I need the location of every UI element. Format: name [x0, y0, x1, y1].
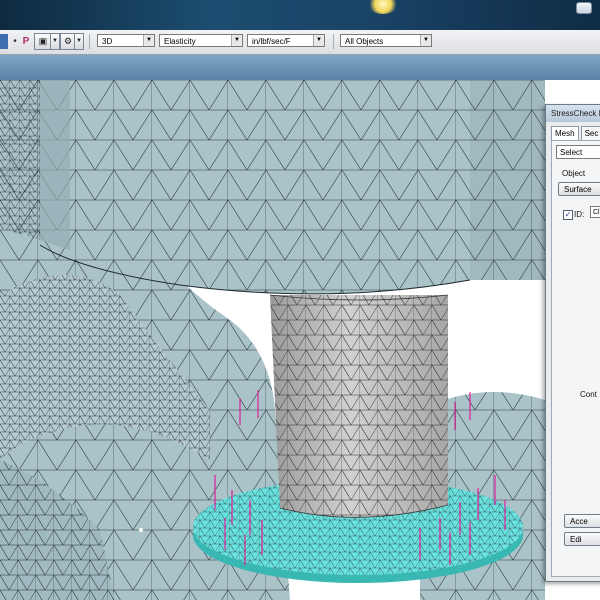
chevron-down-icon[interactable]: ▼: [50, 33, 60, 50]
units-dropdown[interactable]: in/lbf/sec/F ▼: [247, 34, 325, 47]
analysis-type-dropdown[interactable]: Elasticity ▼: [159, 34, 243, 47]
chevron-down-icon: ▼: [313, 35, 324, 46]
toolbar-divider: [89, 34, 90, 49]
model-viewport[interactable]: [0, 80, 600, 600]
dialog-tabs: Mesh Sec: [551, 126, 600, 140]
select-dropdown[interactable]: Select: [556, 145, 600, 159]
accept-button[interactable]: Acce: [564, 514, 600, 528]
viewport-header-strip: [0, 55, 600, 80]
chevron-down-icon: ▼: [231, 35, 242, 46]
id-checkbox[interactable]: ✓: [563, 210, 573, 220]
surface-button[interactable]: Surface: [558, 182, 600, 196]
window-control-icon[interactable]: [576, 2, 592, 14]
objects-filter-dropdown[interactable]: All Objects ▼: [340, 34, 432, 47]
analysis-type-value: Elasticity: [164, 37, 196, 46]
dot-icon[interactable]: •: [10, 34, 20, 49]
p-icon[interactable]: P: [21, 34, 31, 49]
object-label: Object: [562, 169, 586, 178]
units-value: in/lbf/sec/F: [252, 37, 291, 46]
tab-mesh[interactable]: Mesh: [551, 126, 579, 140]
id-input[interactable]: Cl: [590, 206, 600, 218]
view-mode-dropdown[interactable]: 3D ▼: [97, 34, 155, 47]
chevron-down-icon: ▼: [143, 35, 154, 46]
tab-sec[interactable]: Sec: [580, 126, 600, 140]
mesh-render: [0, 80, 545, 600]
id-label: ID:: [574, 210, 585, 219]
edit-button[interactable]: Edi: [564, 532, 600, 546]
contour-label: Cont: [580, 390, 597, 399]
chevron-down-icon[interactable]: ▼: [74, 33, 84, 50]
chevron-down-icon: ▼: [420, 35, 431, 46]
toolbar: • P ▣ ▼ ⚙ ▼ 3D ▼ Elasticity ▼ in/lbf/sec…: [0, 30, 600, 55]
objects-filter-value: All Objects: [345, 37, 384, 46]
toolbar-divider: [333, 34, 334, 49]
dialog-title[interactable]: StressCheck In: [546, 105, 600, 122]
arrow-icon[interactable]: [0, 34, 8, 49]
window-title-bar: [0, 0, 600, 30]
view-mode-value: 3D: [102, 37, 113, 46]
